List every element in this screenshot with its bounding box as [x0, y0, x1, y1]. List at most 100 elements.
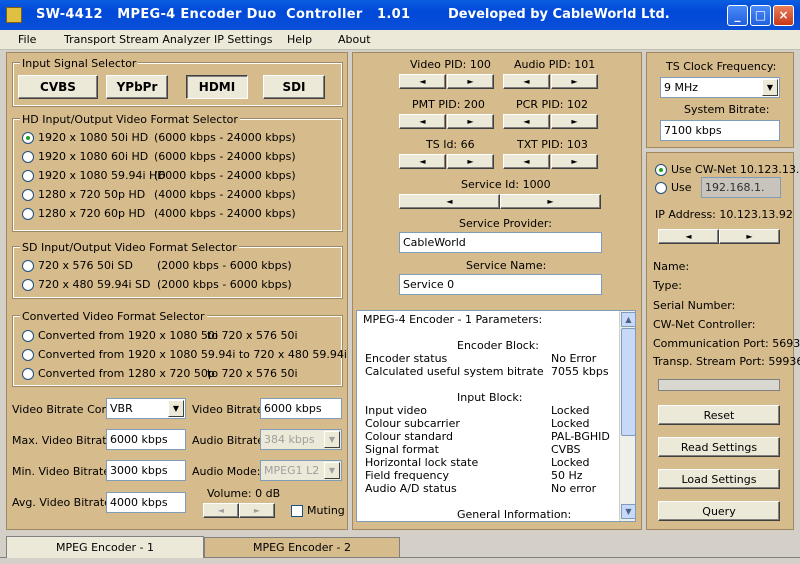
reset-button[interactable]: Reset — [658, 405, 780, 425]
sd-format-radio[interactable] — [22, 260, 34, 272]
param-key: Encoder status — [365, 352, 448, 365]
txt-pid-dec-button[interactable]: ◄ — [503, 154, 550, 169]
scroll-down-icon[interactable]: ▼ — [621, 504, 635, 519]
pcr-pid-dec-button[interactable]: ◄ — [503, 114, 550, 129]
video-pid-inc-button[interactable]: ► — [447, 74, 494, 89]
ts-clock-select[interactable]: 9 MHz ▼ — [660, 77, 780, 98]
pmt-pid-inc-button[interactable]: ► — [447, 114, 494, 129]
menu-about[interactable]: About — [338, 33, 371, 46]
service-provider-label: Service Provider: — [459, 217, 552, 230]
video-bitrate-field[interactable]: 6000 kbps — [260, 398, 342, 419]
muting-checkbox[interactable] — [291, 505, 303, 517]
hd-format-name: 1280 x 720 60p HD — [38, 207, 146, 220]
system-bitrate-label: System Bitrate: — [684, 103, 770, 116]
load-settings-button[interactable]: Load Settings — [658, 469, 780, 489]
tab-encoder-2[interactable]: MPEG Encoder - 2 — [204, 537, 400, 557]
max-bitrate-label: Max. Video Bitrate: — [12, 434, 118, 447]
input-block-title: Input Block: — [457, 391, 523, 404]
hd-format-name: 1280 x 720 50p HD — [38, 188, 146, 201]
muting-label: Muting — [307, 504, 345, 517]
pcr-pid-inc-button[interactable]: ► — [551, 114, 598, 129]
bitrate-cont-value: VBR — [110, 402, 133, 415]
service-name-label: Service Name: — [466, 259, 547, 272]
ypbpr-button[interactable]: YPbPr — [106, 75, 168, 99]
video-pid-dec-button[interactable]: ◄ — [399, 74, 446, 89]
ts-id-label: TS Id: 66 — [426, 138, 475, 151]
tab-encoder-1[interactable]: MPEG Encoder - 1 — [6, 536, 204, 558]
converted-format-radio[interactable] — [22, 368, 34, 380]
ip-inc-button[interactable]: ► — [719, 229, 780, 244]
hd-format-radio[interactable] — [22, 151, 34, 163]
chevron-down-icon: ▼ — [324, 431, 340, 448]
hd-format-radio[interactable] — [22, 132, 34, 144]
param-key: Colour subcarrier — [365, 417, 460, 430]
param-value: 50 Hz — [551, 469, 583, 482]
cvbs-button[interactable]: CVBS — [18, 75, 98, 99]
use-cwnet-label: Use CW-Net 10.123.13. — [671, 163, 800, 176]
hd-format-radio[interactable] — [22, 170, 34, 182]
general-info-title: General Information: — [457, 508, 572, 521]
service-id-label: Service Id: 1000 — [461, 178, 551, 191]
query-button[interactable]: Query — [658, 501, 780, 521]
txt-pid-inc-button[interactable]: ► — [551, 154, 598, 169]
hdmi-button[interactable]: HDMI — [186, 75, 248, 99]
param-value: PAL-BGHID — [551, 430, 610, 443]
menu-ts-analyzer[interactable]: Transport Stream Analyzer — [64, 33, 210, 46]
sdi-button[interactable]: SDI — [263, 75, 325, 99]
menu-ip-settings[interactable]: IP Settings — [214, 33, 273, 46]
service-id-inc-button[interactable]: ► — [500, 194, 601, 209]
menu-file[interactable]: File — [18, 33, 36, 46]
service-provider-field[interactable]: CableWorld — [399, 232, 602, 253]
chevron-down-icon: ▼ — [324, 462, 340, 479]
params-scrollbar[interactable]: ▲ ▼ — [619, 311, 635, 521]
converted-format-radio[interactable] — [22, 330, 34, 342]
hd-format-label: HD Input/Output Video Format Selector — [20, 113, 240, 126]
max-bitrate-field[interactable]: 6000 kbps — [106, 429, 186, 450]
system-bitrate-field[interactable]: 7100 kbps — [660, 120, 780, 141]
hd-format-radio[interactable] — [22, 208, 34, 220]
pmt-pid-dec-button[interactable]: ◄ — [399, 114, 446, 129]
hd-format-radio[interactable] — [22, 189, 34, 201]
read-settings-button[interactable]: Read Settings — [658, 437, 780, 457]
ip-dec-button[interactable]: ◄ — [658, 229, 719, 244]
volume-down-button[interactable]: ◄ — [203, 503, 239, 518]
converted-format-to: to 720 x 576 50i — [207, 367, 298, 380]
param-key: Calculated useful system bitrate — [365, 365, 544, 378]
audio-pid-inc-button[interactable]: ► — [551, 74, 598, 89]
min-bitrate-field[interactable]: 3000 kbps — [106, 460, 186, 481]
ts-id-dec-button[interactable]: ◄ — [399, 154, 446, 169]
converted-format-radio[interactable] — [22, 349, 34, 361]
hd-format-rate: (6000 kbps - 24000 kbps) — [154, 150, 296, 163]
param-key: Audio A/D status — [365, 482, 457, 495]
chevron-down-icon[interactable]: ▼ — [762, 79, 778, 96]
sd-format-radio[interactable] — [22, 279, 34, 291]
param-key: Horizontal lock state — [365, 456, 479, 469]
scroll-thumb[interactable] — [621, 328, 635, 436]
txt-pid-label: TXT PID: 103 — [517, 138, 588, 151]
bitrate-cont-label: Video Bitrate Cont.: — [12, 403, 120, 416]
audio-pid-dec-button[interactable]: ◄ — [503, 74, 550, 89]
parameters-textbox[interactable]: MPEG-4 Encoder - 1 Parameters: Encoder B… — [356, 310, 636, 522]
maximize-button[interactable]: □ — [750, 5, 771, 26]
input-signal-label: Input Signal Selector — [20, 57, 139, 70]
ip-address-label: IP Address: 10.123.13.92 — [655, 208, 793, 221]
volume-up-button[interactable]: ► — [239, 503, 275, 518]
chevron-down-icon[interactable]: ▼ — [168, 400, 184, 417]
sd-format-label: SD Input/Output Video Format Selector — [20, 241, 239, 254]
scroll-up-icon[interactable]: ▲ — [621, 312, 635, 327]
sd-format-rate: (2000 kbps - 6000 kbps) — [157, 278, 292, 291]
menu-help[interactable]: Help — [287, 33, 312, 46]
ts-clock-value: 9 MHz — [664, 81, 699, 94]
use-cwnet-radio[interactable] — [655, 164, 667, 176]
close-button[interactable]: × — [773, 5, 794, 26]
use-ip-field[interactable]: 192.168.1. — [701, 177, 781, 198]
pcr-pid-label: PCR PID: 102 — [516, 98, 588, 111]
service-id-dec-button[interactable]: ◄ — [399, 194, 500, 209]
use-ip-radio[interactable] — [655, 182, 667, 194]
minimize-button[interactable]: _ — [727, 5, 748, 26]
avg-bitrate-field[interactable]: 4000 kbps — [106, 492, 186, 513]
bitrate-cont-select[interactable]: VBR ▼ — [106, 398, 186, 419]
service-name-field[interactable]: Service 0 — [399, 274, 602, 295]
ts-id-inc-button[interactable]: ► — [447, 154, 494, 169]
menu-bar: File Transport Stream Analyzer IP Settin… — [0, 30, 800, 50]
